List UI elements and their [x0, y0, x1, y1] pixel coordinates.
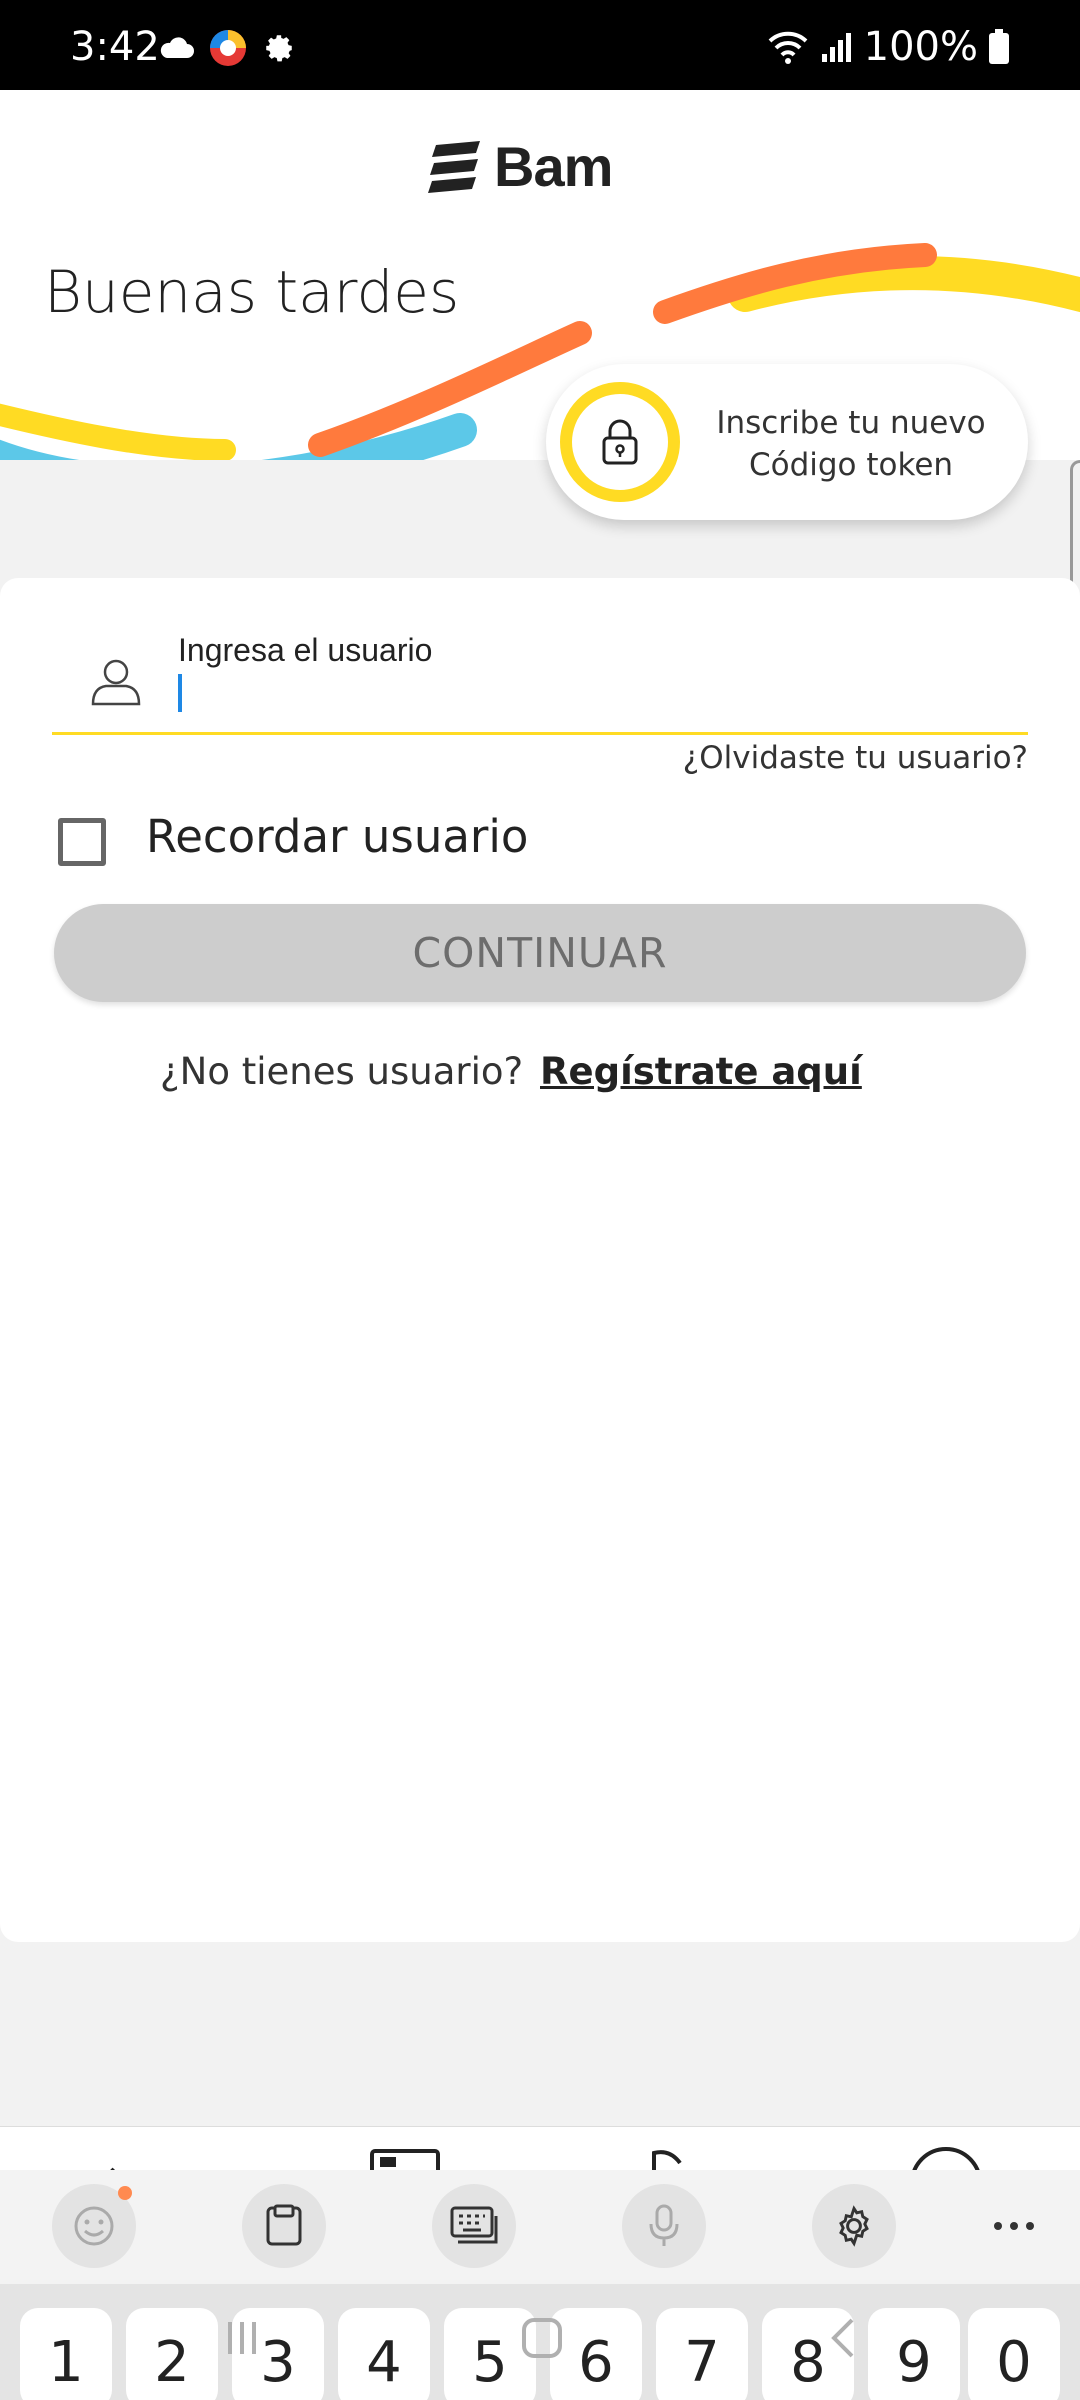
lock-icon [602, 419, 638, 465]
gear-icon [839, 2205, 869, 2247]
keyboard-toolbar [0, 2170, 1080, 2284]
clipboard-button[interactable] [242, 2184, 326, 2268]
status-right: 100% [766, 24, 1010, 70]
token-card-line1: Inscribe tu nuevo [716, 405, 986, 441]
keyboard-settings-button[interactable] [812, 2184, 896, 2268]
screen: 3:42 100% Bam Buenas tardes Inscribe tu … [0, 0, 1080, 2400]
username-label: Ingresa el usuario [178, 632, 433, 668]
token-card[interactable]: Inscribe tu nuevo Código token [546, 364, 1028, 520]
greeting-title: Buenas tardes [44, 258, 460, 326]
battery-icon [989, 29, 1009, 64]
status-left-icons [158, 28, 296, 68]
wifi-icon [768, 31, 808, 64]
back-nav-icon[interactable] [100, 2147, 164, 2172]
emoji-icon [74, 2206, 114, 2246]
token-ring [560, 382, 680, 502]
key-9[interactable]: 9 [868, 2308, 960, 2400]
payments-nav-icon[interactable] [650, 2149, 700, 2172]
token-card-line2: Código token [748, 447, 954, 483]
username-input[interactable] [178, 674, 182, 712]
more-button[interactable] [972, 2184, 1056, 2268]
keyboard-icon [450, 2206, 498, 2244]
status-time: 3:42 [70, 24, 160, 70]
gear-icon [266, 35, 292, 62]
app-icon [210, 30, 246, 66]
username-underline [52, 732, 1028, 735]
key-0[interactable]: 0 [968, 2308, 1060, 2400]
cloud-icon [160, 37, 194, 58]
key-4[interactable]: 4 [338, 2308, 430, 2400]
register-link[interactable]: Regístrate aquí [540, 1050, 862, 1093]
microphone-icon [649, 2204, 679, 2246]
brand-logo: Bam [428, 134, 613, 199]
brand-name: Bam [494, 135, 613, 198]
clipboard-icon [266, 2204, 302, 2246]
bottom-nav [0, 2126, 1080, 2172]
back-icon[interactable] [828, 2316, 858, 2360]
status-bar: 3:42 100% [0, 0, 1080, 90]
user-icon [91, 659, 141, 706]
bam-logo-icon [428, 140, 480, 193]
remember-user-label[interactable]: Recordar usuario [146, 810, 528, 863]
login-card: Ingresa el usuario ¿Olvidaste tu usuario… [0, 578, 1080, 1942]
keyboard-mode-button[interactable] [432, 2184, 516, 2268]
recent-apps-icon[interactable] [222, 2318, 262, 2358]
signal-icon [821, 33, 851, 62]
battery-percent: 100% [863, 24, 978, 70]
continue-button[interactable]: CONTINUAR [54, 904, 1026, 1002]
cards-nav-icon[interactable] [370, 2149, 440, 2172]
help-nav-icon[interactable] [908, 2145, 984, 2172]
microphone-button[interactable] [622, 2184, 706, 2268]
key-7[interactable]: 7 [656, 2308, 748, 2400]
no-account-text: ¿No tienes usuario? [160, 1050, 524, 1093]
emoji-badge [118, 2186, 132, 2200]
forgot-user-link[interactable]: ¿Olvidaste tu usuario? [683, 740, 1028, 776]
key-2[interactable]: 2 [126, 2308, 218, 2400]
key-1[interactable]: 1 [20, 2308, 112, 2400]
more-icon [994, 2222, 1034, 2230]
token-card-text: Inscribe tu nuevo Código token [696, 402, 1006, 486]
remember-user-checkbox[interactable] [58, 818, 106, 866]
home-icon[interactable] [520, 2316, 564, 2360]
